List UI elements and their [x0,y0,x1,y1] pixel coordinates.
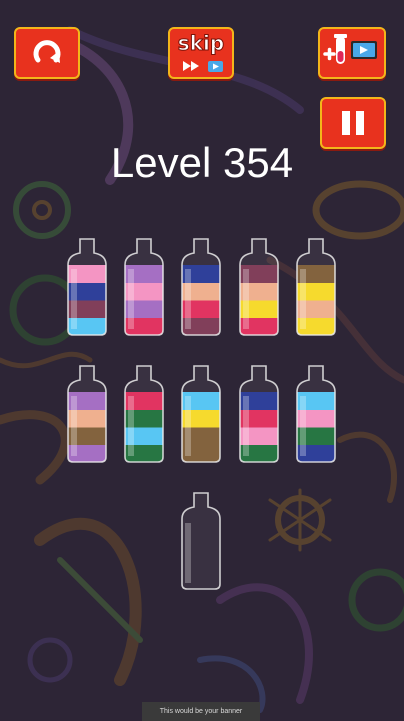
bottle[interactable] [296,365,336,463]
bottle[interactable] [181,492,221,590]
bottle[interactable] [124,238,164,336]
bottle[interactable] [296,238,336,336]
bottle[interactable] [67,238,107,336]
bottle[interactable] [181,238,221,336]
bottle[interactable] [239,365,279,463]
bottle-grid [67,238,336,590]
ad-banner: This would be your banner [142,702,260,721]
bottle[interactable] [181,365,221,463]
bottle[interactable] [239,238,279,336]
bottle[interactable] [67,365,107,463]
bottle[interactable] [124,365,164,463]
game-screen: skip Level 354 This would be your banner [0,0,404,721]
